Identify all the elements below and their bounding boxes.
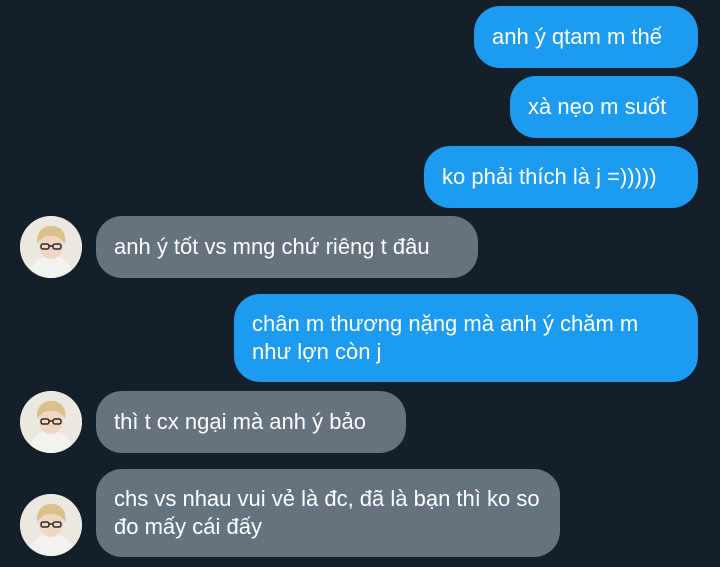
message-bubble-sent[interactable]: ko phải thích là j =)))))	[424, 146, 698, 208]
user-avatar[interactable]	[20, 391, 82, 453]
user-avatar[interactable]	[20, 494, 82, 556]
user-avatar-icon	[20, 391, 82, 453]
message-bubble-sent[interactable]: xà nẹo m suốt	[510, 76, 698, 138]
user-avatar-icon	[20, 494, 82, 556]
message-bubble-received[interactable]: chs vs nhau vui vẻ là đc, đã là bạn thì …	[96, 469, 560, 557]
message-bubble-received[interactable]: thì t cx ngại mà anh ý bảo	[96, 391, 406, 453]
chat-thread: anh ý qtam m thế xà nẹo m suốt ko phải t…	[0, 0, 720, 567]
message-bubble-sent[interactable]: chân m thương nặng mà anh ý chăm m như l…	[234, 294, 698, 382]
message-bubble-received[interactable]: anh ý tốt vs mng chứ riêng t đâu	[96, 216, 478, 278]
message-bubble-sent[interactable]: anh ý qtam m thế	[474, 6, 698, 68]
user-avatar-icon	[20, 216, 82, 278]
user-avatar[interactable]	[20, 216, 82, 278]
